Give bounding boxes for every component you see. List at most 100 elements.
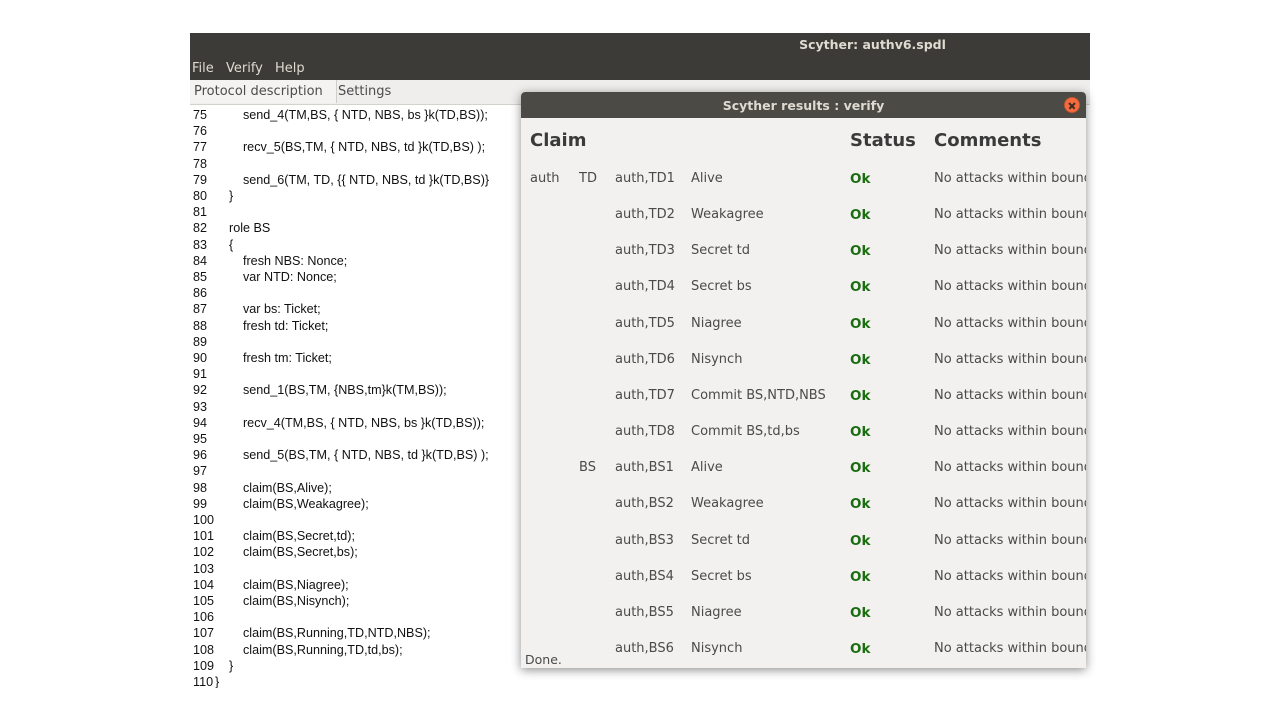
status-ok: Ok bbox=[850, 604, 871, 621]
tab-settings[interactable]: Settings bbox=[334, 80, 395, 103]
line-number: 99 bbox=[193, 496, 208, 511]
line-text: fresh td: Ticket; bbox=[215, 318, 329, 333]
line-number: 86 bbox=[193, 286, 208, 301]
status-ok: Ok bbox=[850, 460, 871, 477]
claim-id-cell: auth,TD4 bbox=[615, 279, 675, 295]
line-number: 75 bbox=[193, 108, 208, 122]
line-text: fresh tm: Ticket; bbox=[215, 351, 332, 365]
line-number: 93 bbox=[193, 399, 208, 414]
status-text: Done. bbox=[525, 652, 562, 667]
line-number: 100 bbox=[193, 513, 215, 527]
claim-type-cell: Niagree bbox=[691, 604, 742, 620]
menu-file[interactable]: File bbox=[192, 61, 214, 76]
line-number: 80 bbox=[193, 189, 208, 203]
line-text: var NTD: Nonce; bbox=[215, 270, 337, 284]
claim-type-cell: Secret bs bbox=[691, 568, 752, 584]
tab-protocol-description[interactable]: Protocol description bbox=[190, 80, 337, 103]
comment-cell: No attacks within bounds. bbox=[934, 207, 1086, 223]
line-number: 76 bbox=[193, 124, 208, 139]
comment-cell: No attacks within bounds. bbox=[934, 351, 1086, 367]
line-number: 78 bbox=[193, 156, 208, 171]
comment-cell: No attacks within bounds. bbox=[934, 171, 1086, 186]
line-text: send_4(TM,BS, { NTD, NBS, bs }k(TD,BS)); bbox=[215, 108, 488, 122]
line-number: 96 bbox=[193, 448, 208, 463]
comment-cell: No attacks within bounds. bbox=[934, 387, 1086, 403]
claim-id-cell: auth,BS3 bbox=[615, 532, 674, 548]
claim-id-cell: auth,TD5 bbox=[615, 315, 675, 331]
line-text: claim(BS,Alive); bbox=[215, 480, 332, 495]
line-number: 95 bbox=[193, 432, 208, 446]
line-text: claim(BS,Nisynch); bbox=[215, 594, 350, 608]
claim-type-cell: Secret td bbox=[691, 532, 751, 548]
menu-bar: File Verify Help bbox=[190, 57, 1090, 80]
line-number: 108 bbox=[193, 642, 215, 657]
comment-cell: No attacks within bounds. bbox=[934, 604, 1086, 620]
line-text: fresh NBS: Nonce; bbox=[215, 253, 348, 268]
comment-cell: No attacks within bounds. bbox=[934, 460, 1086, 476]
line-number: 98 bbox=[193, 480, 208, 495]
status-ok: Ok bbox=[850, 171, 871, 187]
line-number: 104 bbox=[193, 577, 215, 592]
status-ok: Ok bbox=[850, 640, 871, 657]
status-ok: Ok bbox=[850, 424, 871, 441]
status-ok: Ok bbox=[850, 243, 871, 260]
header-comments: Comments bbox=[934, 130, 1042, 151]
comment-cell: No attacks within bounds. bbox=[934, 315, 1086, 331]
comment-cell: No attacks within bounds. bbox=[934, 496, 1086, 512]
claim-type-cell: Commit BS,td,bs bbox=[691, 424, 800, 440]
menu-help[interactable]: Help bbox=[275, 61, 305, 76]
line-text: claim(BS,Running,TD,NTD,NBS); bbox=[215, 626, 431, 641]
line-text: role BS bbox=[215, 221, 271, 236]
line-text: recv_4(TM,BS, { NTD, NBS, bs }k(TD,BS)); bbox=[215, 415, 485, 430]
comment-cell: No attacks within bounds. bbox=[934, 532, 1086, 548]
menu-verify[interactable]: Verify bbox=[226, 61, 263, 76]
line-number: 87 bbox=[193, 302, 208, 317]
claim-type-cell: Alive bbox=[691, 171, 723, 186]
status-ok: Ok bbox=[850, 496, 871, 513]
comment-cell: No attacks within bounds. bbox=[934, 243, 1086, 259]
window-title: Scyther: authv6.spdl bbox=[799, 37, 946, 52]
status-ok: Ok bbox=[850, 568, 871, 585]
line-text: send_5(BS,TM, { NTD, NBS, td }k(TD,BS) )… bbox=[215, 448, 489, 463]
header-claim: Claim bbox=[530, 130, 587, 151]
line-text: { bbox=[215, 237, 234, 252]
claim-type-cell: Weakagree bbox=[691, 207, 764, 223]
line-number: 89 bbox=[193, 334, 208, 349]
line-text: var bs: Ticket; bbox=[215, 302, 321, 317]
line-number: 79 bbox=[193, 172, 208, 187]
line-text: } bbox=[215, 658, 234, 673]
code-editor[interactable]: 75 send_4(TM,BS, { NTD, NBS, bs }k(TD,BS… bbox=[190, 105, 530, 688]
close-icon[interactable] bbox=[1064, 97, 1080, 113]
line-number: 90 bbox=[193, 351, 208, 365]
claim-type-cell: Secret td bbox=[691, 243, 751, 259]
claim-id-cell: auth,BS1 bbox=[615, 460, 674, 476]
line-text: recv_5(BS,TM, { NTD, NBS, td }k(TD,BS) )… bbox=[215, 140, 486, 155]
comment-cell: No attacks within bounds. bbox=[934, 640, 1086, 656]
line-number: 103 bbox=[193, 561, 215, 576]
line-number: 102 bbox=[193, 545, 215, 560]
line-text: send_6(TM, TD, {{ NTD, NBS, td }k(TD,BS)… bbox=[215, 172, 490, 187]
line-number: 94 bbox=[193, 415, 208, 430]
line-text: send_1(BS,TM, {NBS,tm}k(TM,BS)); bbox=[215, 383, 447, 398]
claim-id-cell: auth,TD8 bbox=[615, 424, 675, 440]
claim-type-cell: Commit BS,NTD,NBS bbox=[691, 387, 826, 403]
line-text: claim(BS,Secret,td); bbox=[215, 529, 355, 544]
claim-id-cell: auth,TD7 bbox=[615, 387, 675, 403]
line-text: } bbox=[215, 675, 220, 688]
status-ok: Ok bbox=[850, 315, 871, 332]
claim-type-cell: Nisynch bbox=[691, 351, 743, 367]
results-title: Scyther results : verify bbox=[722, 98, 885, 113]
status-ok: Ok bbox=[850, 532, 871, 549]
status-ok: Ok bbox=[850, 387, 871, 404]
comment-cell: No attacks within bounds. bbox=[934, 279, 1086, 295]
protocol-cell: auth bbox=[530, 171, 560, 186]
line-number: 107 bbox=[193, 626, 215, 641]
line-number: 85 bbox=[193, 270, 208, 284]
claim-id-cell: auth,TD6 bbox=[615, 351, 675, 367]
line-text: claim(BS,Weakagree); bbox=[215, 496, 369, 511]
line-number: 109 bbox=[193, 658, 215, 673]
claim-id-cell: auth,BS5 bbox=[615, 604, 674, 620]
role-cell: TD bbox=[579, 171, 597, 186]
claim-type-cell: Niagree bbox=[691, 315, 742, 331]
line-number: 110 bbox=[193, 675, 214, 688]
